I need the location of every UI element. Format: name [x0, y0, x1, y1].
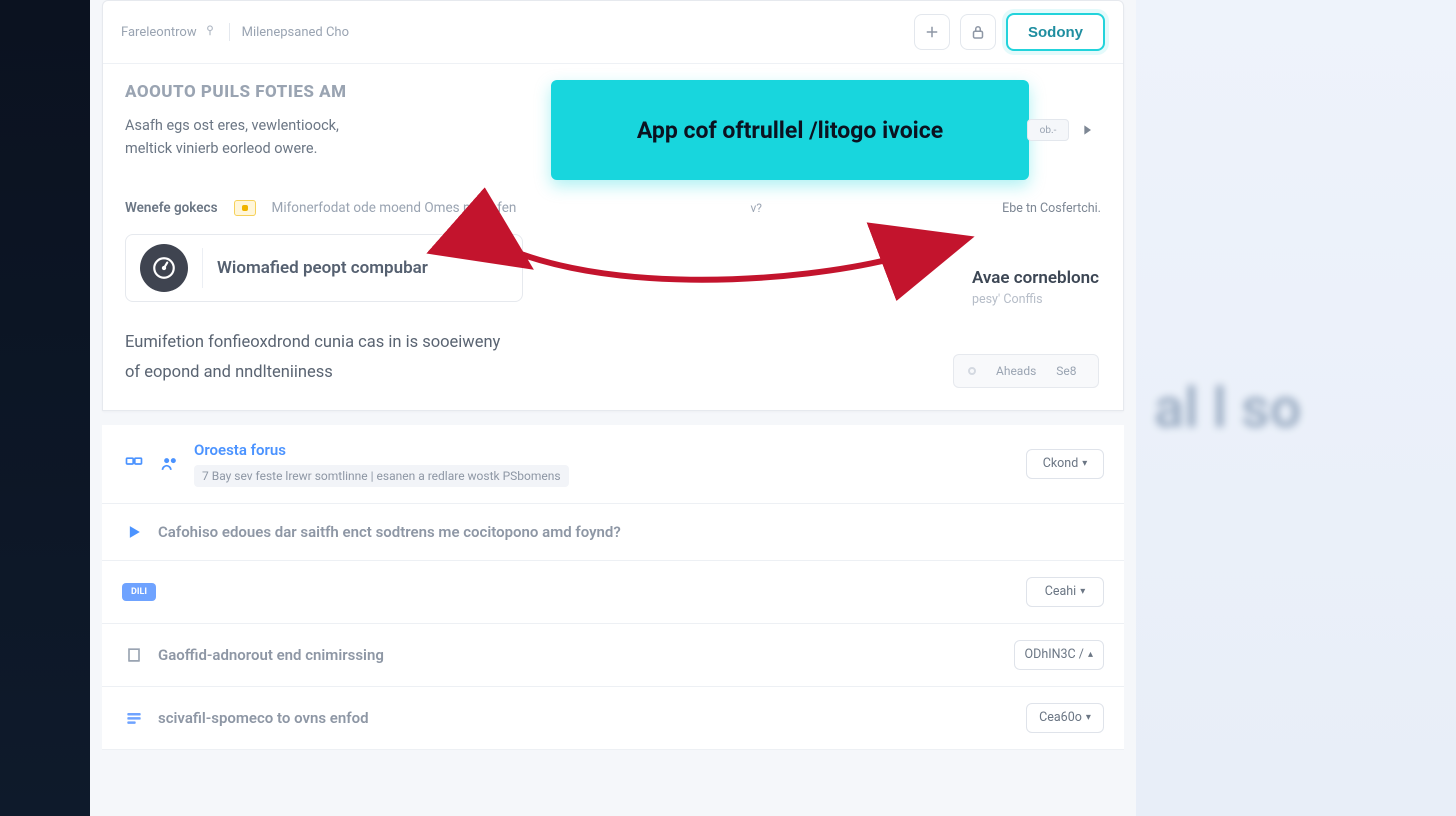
building-icon [122, 643, 146, 667]
list-section: Oroesta forus 7 Bay sev feste lrewr somt… [102, 425, 1124, 750]
right-background-pane: al l so [1136, 0, 1456, 816]
row0-sub: 7 Bay sev feste lrewr somtlinne | esanen… [194, 465, 569, 487]
row4-title: scivafil-spomeco to ovns enfod [158, 709, 369, 727]
combo-card[interactable]: Wiomafied peopt compubar [125, 234, 523, 302]
chevron-up-icon: ▴ [1088, 649, 1093, 660]
combo-divider [202, 248, 203, 288]
add-button[interactable] [914, 14, 950, 50]
right-info-title: Avae corneblonc [972, 268, 1099, 288]
chevron-down-icon: ▾ [1080, 586, 1085, 597]
row2-action-button[interactable]: Ceahi ▾ [1026, 577, 1104, 607]
row4-action-button[interactable]: Cea60o ▾ [1026, 703, 1104, 733]
calendar-group-icon [122, 452, 146, 476]
breadcrumb-a-label: Fareleontrow [121, 25, 197, 40]
panel-top-bar: Fareleontrow Milenepsaned Cho Sodony [103, 1, 1123, 64]
top-actions: Sodony [914, 13, 1105, 51]
list-row-3[interactable]: Gaoffid-adnorout end cnimirssing ODhIN3C… [102, 624, 1124, 687]
callout-text: App cof oftrullel /litogo ivoice [637, 117, 943, 144]
list-row-0[interactable]: Oroesta forus 7 Bay sev feste lrewr somt… [102, 425, 1124, 504]
combo-text: Wiomafied peopt compubar [217, 258, 428, 278]
breadcrumb-b-label: Milenepsaned Cho [242, 25, 349, 40]
primary-action-button[interactable]: Sodony [1006, 13, 1105, 51]
callout-next-button[interactable] [1075, 118, 1099, 142]
right-ghost-text: al l so [1154, 375, 1302, 441]
row4-btn-label: Cea60o [1039, 710, 1082, 725]
list-row-2[interactable]: DILI Ceahi ▾ [102, 561, 1124, 624]
top-panel: Fareleontrow Milenepsaned Cho Sodony [102, 0, 1124, 411]
filter-right-link[interactable]: Ebe tn Cosfertchi. [1002, 201, 1101, 216]
tag-icon: DILI [122, 583, 156, 601]
filter-collapse-icon[interactable]: v? [750, 201, 761, 215]
row0-btn-label: Ckond [1043, 456, 1079, 471]
left-dark-strip [0, 0, 90, 816]
row3-title: Gaoffid-adnorout end cnimirssing [158, 646, 384, 664]
row3-action-button[interactable]: ODhIN3C / ▴ [1014, 640, 1104, 670]
page-subtitle: Asafh egs ost eres, vewlentioock, meltic… [125, 114, 485, 160]
right-info-sub: pesy' Conffis [972, 292, 1099, 307]
right-info-block: Avae corneblonc pesy' Conffis [972, 268, 1099, 307]
status-pill[interactable]: Aheads Se8 [953, 354, 1099, 388]
list-icon [122, 706, 146, 730]
callout-controls: ob.- [1027, 118, 1099, 142]
row0-action-button[interactable]: Ckond ▾ [1026, 449, 1104, 479]
breadcrumb-b[interactable]: Milenepsaned Cho [242, 25, 349, 40]
lock-button[interactable] [960, 14, 996, 50]
filter-label: Wenefe gokecs [125, 200, 218, 216]
warning-badge-icon [234, 200, 256, 216]
subtitle-line1: Asafh egs ost eres, vewlentioock, [125, 117, 339, 134]
list-row-1[interactable]: Cafohiso edoues dar saitfh enct sodtrens… [102, 504, 1124, 561]
status-label-a: Aheads [996, 364, 1036, 378]
callout-banner: App cof oftrullel /litogo ivoice [551, 80, 1029, 180]
main-area: Fareleontrow Milenepsaned Cho Sodony [90, 0, 1136, 816]
subtitle-line2: meltick vinierb eorleod owere. [125, 140, 317, 157]
row1-title: Cafohiso edoues dar saitfh enct sodtrens… [158, 523, 621, 541]
breadcrumb-a[interactable]: Fareleontrow [121, 23, 217, 41]
chevron-down-icon: ▾ [1086, 712, 1091, 723]
panel-body: AOOUTO PUILS FOTIES AM Asafh egs ost ere… [103, 64, 1123, 410]
paragraph-line2: of eopond and nndlteniiness [125, 363, 333, 382]
filter-row: Wenefe gokecs Mifonerfodat ode moend Ome… [125, 200, 1101, 216]
paragraph-line1: Eumifetion fonfieoxdrond cunia cas in is… [125, 333, 500, 352]
people-icon [158, 452, 182, 476]
play-icon [122, 520, 146, 544]
status-label-b: Se8 [1056, 364, 1076, 378]
breadcrumb: Fareleontrow Milenepsaned Cho [121, 23, 349, 41]
list-row-4[interactable]: scivafil-spomeco to ovns enfod Cea60o ▾ [102, 687, 1124, 750]
gauge-icon [140, 244, 188, 292]
callout-chip: ob.- [1027, 119, 1069, 141]
filter-description: Mifonerfodat ode moend Omes nemt fen [272, 200, 517, 216]
row2-btn-label: Ceahi [1045, 584, 1077, 599]
breadcrumb-separator [229, 23, 230, 41]
body-paragraph: Eumifetion fonfieoxdrond cunia cas in is… [125, 328, 685, 387]
row0-title: Oroesta forus [194, 441, 569, 459]
chevron-down-icon: ▾ [1082, 458, 1087, 469]
row3-btn-label: ODhIN3C / [1025, 647, 1084, 662]
status-dot-icon [968, 367, 976, 375]
pin-icon [203, 23, 217, 41]
